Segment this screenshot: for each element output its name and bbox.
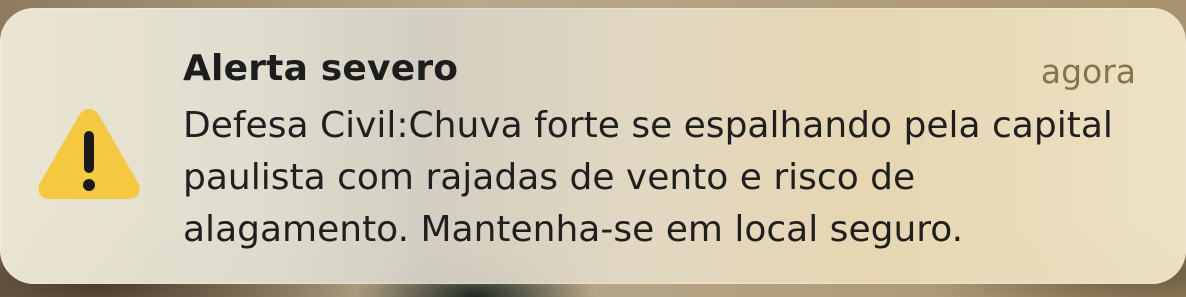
notification-timestamp: agora	[1040, 52, 1136, 91]
notification-banner[interactable]: Alerta severo agora Defesa Civil:Chuva f…	[0, 8, 1186, 284]
warning-triangle-icon	[38, 109, 140, 199]
notification-title: Alerta severo	[183, 48, 459, 89]
notification-message: Defesa Civil:Chuva forte se espalhando p…	[183, 105, 1113, 250]
